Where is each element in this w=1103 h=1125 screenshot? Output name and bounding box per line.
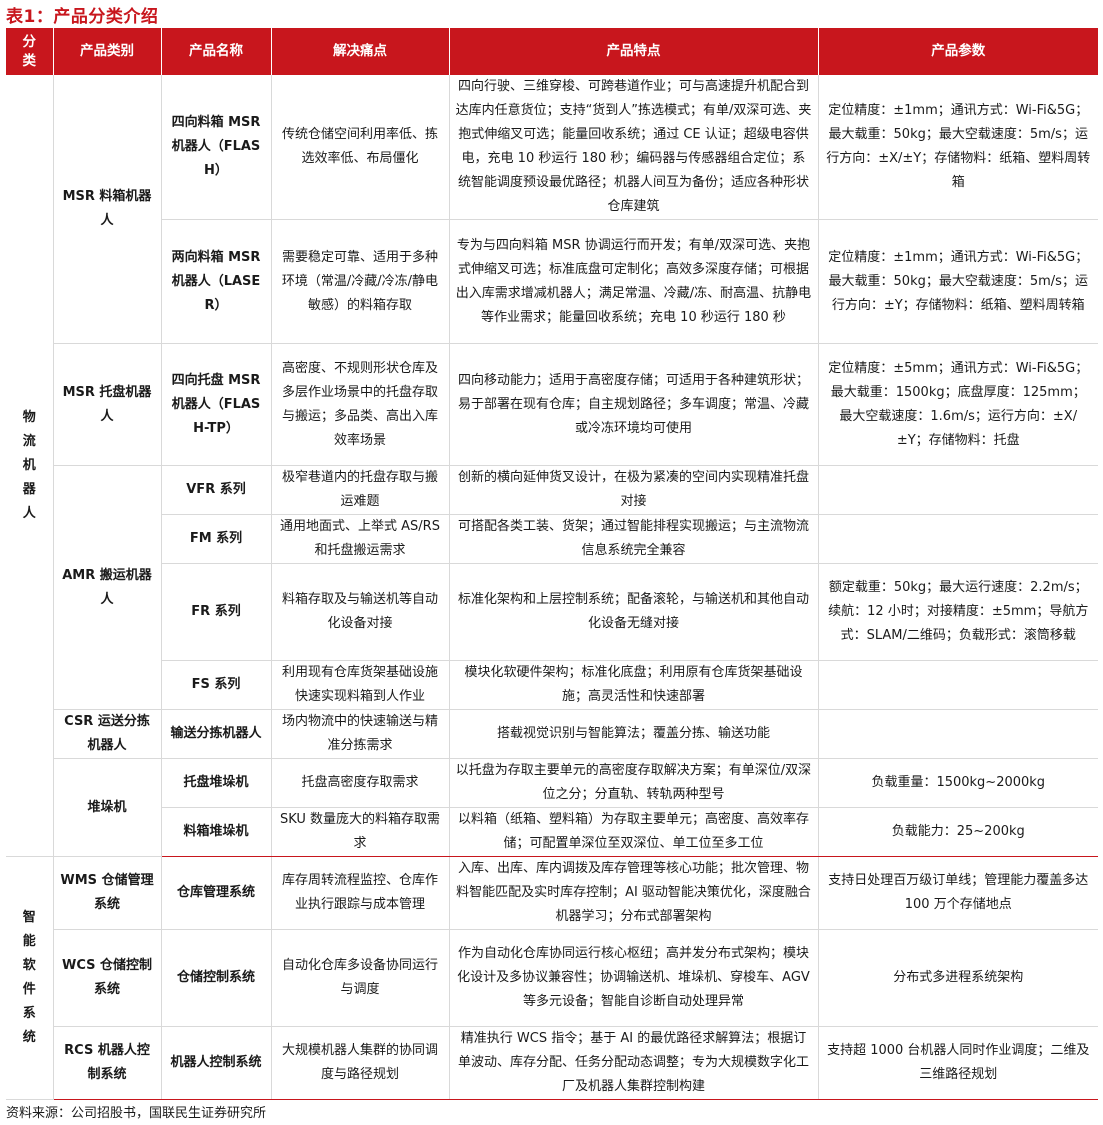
- pain-point: 料箱存取及与输送机等自动化设备对接: [270, 563, 449, 661]
- parameter: 定位精度：±1mm；通讯方式：Wi-Fi&5G；最大载重：50kg；最大空载速度…: [817, 219, 1098, 344]
- feature: 作为自动化仓库协同运行核心枢纽；高并发分布式架构；模块化设计及多协议兼容性；协调…: [448, 929, 818, 1027]
- pain-point: 传统仓储空间利用率低、拣选效率低、布局僵化: [270, 75, 449, 220]
- category-wcs: WCS 仓储控制系统: [52, 929, 161, 1027]
- parameter: 支持超 1000 台机器人同时作业调度；二维及三维路径规划: [817, 1026, 1098, 1100]
- parameter: 定位精度：±1mm；通讯方式：Wi-Fi&5G；最大载重：50kg；最大空载速度…: [817, 75, 1098, 220]
- product-name: 料箱堆垛机: [160, 807, 271, 857]
- table-row: FM 系列 通用地面式、上举式 AS/RS 和托盘搬运需求 可搭配各类工装、货架…: [6, 514, 1098, 564]
- table-row: FS 系列 利用现有仓库货架基础设施快速实现料箱到人作业 模块化软硬件架构；标准…: [6, 660, 1098, 710]
- feature: 以料箱（纸箱、塑料箱）为存取主要单元；高密度、高效率存储；可配置单深位至双深位、…: [448, 807, 818, 857]
- table-row: CSR 运送分拣机器人 输送分拣机器人 场内物流中的快速输送与精准分拣需求 搭载…: [6, 709, 1098, 759]
- feature: 精准执行 WCS 指令；基于 AI 的最优路径求解算法；根据订单波动、库存分配、…: [448, 1026, 818, 1100]
- parameter: 负载能力：25~200kg: [817, 807, 1098, 857]
- feature: 四向移动能力；适用于高密度存储；可适用于各种建筑形状；易于部署在现有仓库；自主规…: [448, 343, 818, 466]
- parameter: 额定载重：50kg；最大运行速度：2.2m/s；续航：12 小时；对接精度：±5…: [817, 563, 1098, 661]
- header-pain-points: 解决痛点: [270, 28, 449, 75]
- category-msr-box: MSR 料箱机器人: [52, 75, 161, 344]
- parameter: 负载重量：1500kg~2000kg: [817, 758, 1098, 808]
- product-name: VFR 系列: [160, 465, 271, 515]
- parameter: 定位精度：±5mm；通讯方式：Wi-Fi&5G；最大载重：1500kg；底盘厚度…: [817, 343, 1098, 466]
- product-name: 四向料箱 MSR 机器人（FLASH）: [160, 75, 271, 220]
- category-csr: CSR 运送分拣机器人: [52, 709, 161, 759]
- group-intelligent-software: 智 能 软 件 系 统: [6, 856, 53, 1100]
- pain-point: 高密度、不规则形状仓库及多层作业场景中的托盘存取与搬运；多品类、高出入库效率场景: [270, 343, 449, 466]
- table-row: 物 流 机 器 人 MSR 料箱机器人 四向料箱 MSR 机器人（FLASH） …: [6, 75, 1098, 857]
- product-name: FR 系列: [160, 563, 271, 661]
- feature: 可搭配各类工装、货架；通过智能排程实现搬运；与主流物流信息系统完全兼容: [448, 514, 818, 564]
- feature: 搭载视觉识别与智能算法；覆盖分拣、输送功能: [448, 709, 818, 759]
- header-product-name: 产品名称: [160, 28, 271, 75]
- header-features: 产品特点: [448, 28, 818, 75]
- pain-point: 托盘高密度存取需求: [270, 758, 449, 808]
- pain-point: 大规模机器人集群的协同调度与路径规划: [270, 1026, 449, 1100]
- product-name: 四向托盘 MSR 机器人（FLASH-TP）: [160, 343, 271, 466]
- product-name: 机器人控制系统: [160, 1026, 271, 1100]
- feature: 四向行驶、三维穿梭、可跨巷道作业；可与高速提升机配合到达库内任意货位；支持“货到…: [448, 75, 818, 220]
- product-name: 仓储控制系统: [160, 929, 271, 1027]
- table-row: 料箱堆垛机 SKU 数量庞大的料箱存取需求 以料箱（纸箱、塑料箱）为存取主要单元…: [6, 807, 1098, 857]
- feature: 模块化软硬件架构；标准化底盘；利用原有仓库货架基础设施；高灵活性和快速部署: [448, 660, 818, 710]
- parameter: [817, 465, 1098, 515]
- parameter: 支持日处理百万级订单线；管理能力覆盖多达 100 万个存储地点: [817, 856, 1098, 930]
- header-row: 分 类 产品类别 产品名称 解决痛点 产品特点 产品参数: [6, 28, 1098, 75]
- pain-point: 自动化仓库多设备协同运行与调度: [270, 929, 449, 1027]
- feature: 以托盘为存取主要单元的高密度存取解决方案；有单深位/双深位之分；分直轨、转轨两种…: [448, 758, 818, 808]
- parameter: 分布式多进程系统架构: [817, 929, 1098, 1027]
- feature: 标准化架构和上层控制系统；配备滚轮，与输送机和其他自动化设备无缝对接: [448, 563, 818, 661]
- product-name: FS 系列: [160, 660, 271, 710]
- table-row: FR 系列 料箱存取及与输送机等自动化设备对接 标准化架构和上层控制系统；配备滚…: [6, 563, 1098, 661]
- product-name: 输送分拣机器人: [160, 709, 271, 759]
- header-classification: 分 类: [6, 28, 53, 75]
- parameter: [817, 709, 1098, 759]
- parameter: [817, 660, 1098, 710]
- pain-point: 需要稳定可靠、适用于多种环境（常温/冷藏/冷冻/静电敏感）的料箱存取: [270, 219, 449, 344]
- category-wms: WMS 仓储管理系统: [52, 856, 161, 930]
- table-row: AMR 搬运机器人 VFR 系列 极窄巷道内的托盘存取与搬运难题 创新的横向延伸…: [6, 465, 1098, 710]
- product-classification-table: 分 类 产品类别 产品名称 解决痛点 产品特点 产品参数 物 流 机 器 人 M…: [6, 28, 1098, 1100]
- pain-point: 库存周转流程监控、仓库作业执行跟踪与成本管理: [270, 856, 449, 930]
- pain-point: 通用地面式、上举式 AS/RS 和托盘搬运需求: [270, 514, 449, 564]
- table-row: 堆垛机 托盘堆垛机 托盘高密度存取需求 以托盘为存取主要单元的高密度存取解决方案…: [6, 758, 1098, 857]
- feature: 创新的横向延伸货叉设计，在极为紧凑的空间内实现精准托盘对接: [448, 465, 818, 515]
- group-logistics-robots: 物 流 机 器 人: [6, 75, 53, 857]
- feature: 入库、出库、库内调拨及库存管理等核心功能；批次管理、物料智能匹配及实时库存控制；…: [448, 856, 818, 930]
- source-note: 资料来源：公司招股书，国联民生证券研究所: [6, 1106, 267, 1121]
- table-row: RCS 机器人控制系统 机器人控制系统 大规模机器人集群的协同调度与路径规划 精…: [6, 1026, 1098, 1100]
- product-name: 仓库管理系统: [160, 856, 271, 930]
- header-category: 产品类别: [52, 28, 161, 75]
- table-title: 表1：产品分类介绍: [6, 7, 159, 27]
- category-amr: AMR 搬运机器人: [52, 465, 161, 710]
- product-name: 托盘堆垛机: [160, 758, 271, 808]
- table-row: MSR 托盘机器人 四向托盘 MSR 机器人（FLASH-TP） 高密度、不规则…: [6, 343, 1098, 466]
- pain-point: SKU 数量庞大的料箱存取需求: [270, 807, 449, 857]
- category-msr-pallet: MSR 托盘机器人: [52, 343, 161, 466]
- table-row: 两向料箱 MSR 机器人（LASER） 需要稳定可靠、适用于多种环境（常温/冷藏…: [6, 219, 1098, 344]
- category-rcs: RCS 机器人控制系统: [52, 1026, 161, 1100]
- parameter: [817, 514, 1098, 564]
- feature: 专为与四向料箱 MSR 协调运行而开发；有单/双深可选、夹抱式伸缩叉可选；标准底…: [448, 219, 818, 344]
- product-name: 两向料箱 MSR 机器人（LASER）: [160, 219, 271, 344]
- table-row: 智 能 软 件 系 统 WMS 仓储管理系统 仓库管理系统 库存周转流程监控、仓…: [6, 856, 1098, 1100]
- pain-point: 场内物流中的快速输送与精准分拣需求: [270, 709, 449, 759]
- category-stacker: 堆垛机: [52, 758, 161, 857]
- table-row: WCS 仓储控制系统 仓储控制系统 自动化仓库多设备协同运行与调度 作为自动化仓…: [6, 929, 1098, 1027]
- header-parameters: 产品参数: [817, 28, 1098, 75]
- pain-point: 利用现有仓库货架基础设施快速实现料箱到人作业: [270, 660, 449, 710]
- product-name: FM 系列: [160, 514, 271, 564]
- pain-point: 极窄巷道内的托盘存取与搬运难题: [270, 465, 449, 515]
